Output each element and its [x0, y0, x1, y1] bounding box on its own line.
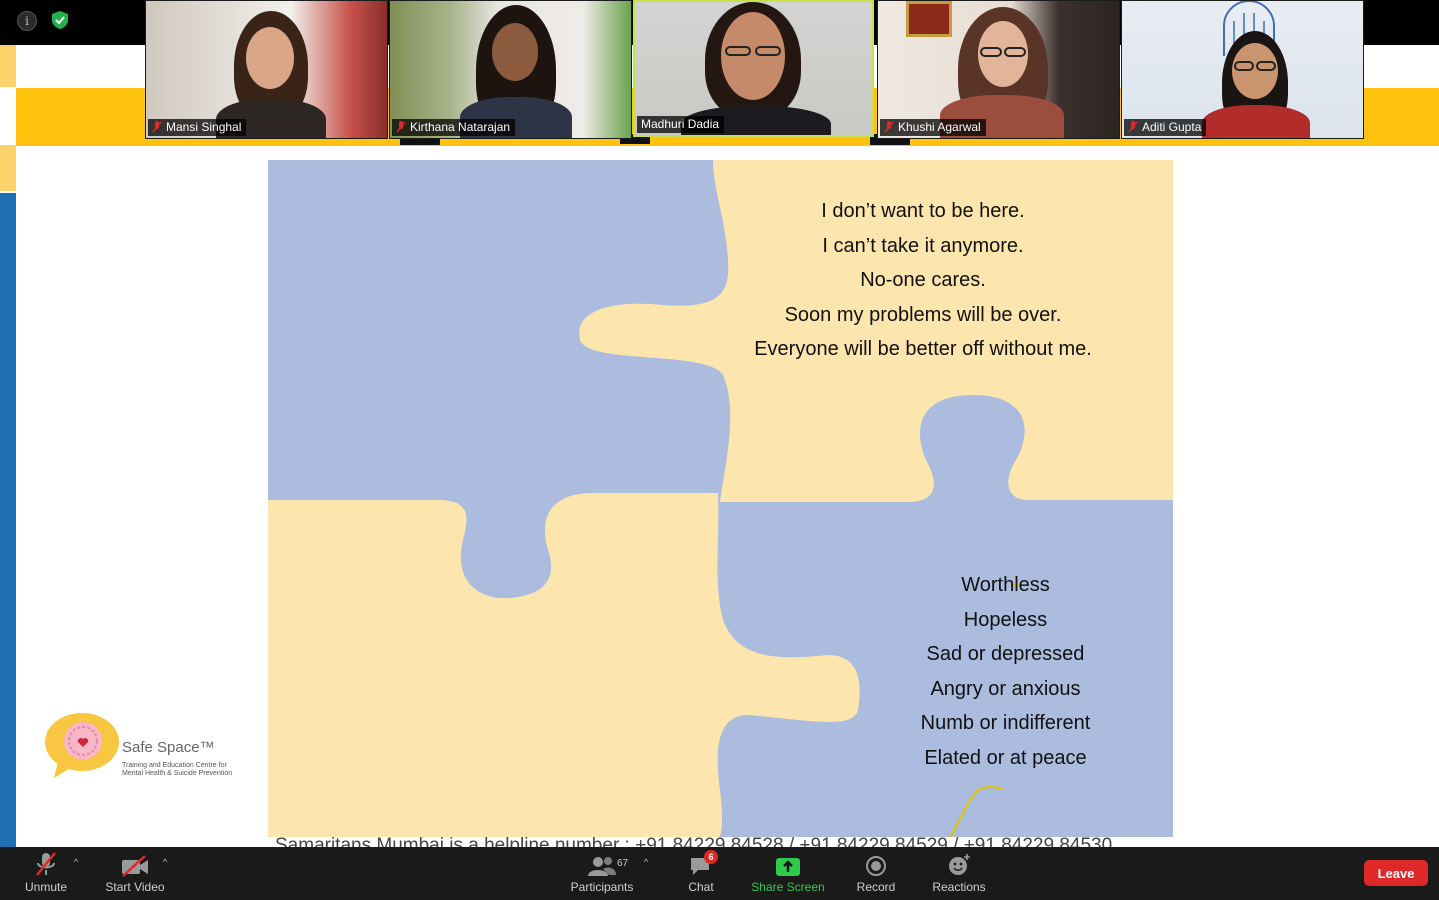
slide-accent-blue [0, 193, 16, 847]
mic-muted-icon [1128, 121, 1138, 133]
participants-label: Participants [570, 880, 634, 894]
participants-count: 67 [617, 858, 629, 869]
unmute-label: Unmute [24, 880, 68, 894]
statement-line: Soon my problems will be over. [784, 303, 1062, 326]
participant-name: Madhuri Dadia [641, 117, 720, 131]
video-strip: Mansi Singhal Kirthana Natarajan Madhuri… [145, 0, 1365, 139]
video-options-caret-icon[interactable]: ^ [163, 857, 167, 867]
participant-name-tag: Mansi Singhal [148, 119, 247, 136]
share-screen-label: Share Screen [751, 880, 825, 894]
chat-label: Chat [688, 880, 714, 894]
safe-space-logo: Safe Space™ Training and Education Centr… [44, 712, 244, 782]
share-screen-button[interactable]: Share Screen [748, 847, 828, 900]
record-icon [866, 856, 886, 876]
slide-accent-yellow [0, 45, 16, 87]
participant-name-tag: Madhuri Dadia [637, 116, 725, 133]
feeling-line: Angry or anxious [930, 677, 1081, 700]
participant-name-tag: Aditi Gupta [1124, 119, 1207, 136]
mic-muted-icon [884, 121, 894, 133]
chat-unread-badge: 6 [704, 850, 718, 864]
share-screen-icon [776, 858, 800, 876]
feeling-line: Hopeless [963, 608, 1048, 631]
reactions-button[interactable]: Reactions [928, 847, 990, 900]
mic-muted-icon [152, 121, 162, 133]
shield-check-icon[interactable] [51, 10, 69, 30]
participants-button[interactable]: Participants [566, 847, 638, 900]
feeling-line: Worthless [961, 574, 1050, 596]
feeling-line: Elated or at peace [924, 746, 1087, 769]
mic-muted-icon [36, 852, 56, 876]
statement-line: I don’t want to be here. [821, 200, 1025, 222]
puzzle-feelings: Worthless Hopeless Sad or depressed Angr… [888, 568, 1123, 775]
slide-accent-yellow [0, 145, 16, 191]
participant-name: Kirthana Natarajan [410, 120, 511, 134]
logo-tagline: Training and Education Centre for Mental… [122, 762, 233, 777]
participant-tile-active-speaker[interactable]: Madhuri Dadia [633, 0, 874, 137]
start-video-button[interactable]: Start Video [100, 847, 170, 900]
record-button[interactable]: Record [852, 847, 900, 900]
participant-name: Mansi Singhal [166, 120, 242, 134]
start-video-label: Start Video [105, 880, 165, 894]
participant-tile[interactable]: Mansi Singhal [145, 0, 388, 139]
participants-options-caret-icon[interactable]: ^ [644, 857, 648, 867]
unmute-button[interactable]: Unmute [20, 847, 72, 900]
mic-muted-icon [396, 121, 406, 133]
meeting-toolbar: Unmute ^ Start Video ^ Participants 67 ^ [0, 847, 1439, 900]
statement-line: No-one cares. [860, 269, 986, 291]
feeling-line: Numb or indifferent [920, 712, 1091, 734]
audio-options-caret-icon[interactable]: ^ [74, 857, 78, 867]
helpline-text: Samaritans Mumbai is a helpline number :… [275, 835, 1113, 847]
reactions-icon [949, 854, 970, 875]
puzzle-statements: I don’t want to be here. I can’t take it… [713, 194, 1133, 367]
video-off-icon [122, 855, 148, 877]
participants-icon [588, 857, 616, 876]
info-icon[interactable]: i [17, 11, 37, 31]
participant-tile[interactable]: Khushi Agarwal [877, 0, 1120, 139]
puzzle-graphic: I don’t want to be here. I can’t take it… [268, 160, 1173, 837]
reactions-label: Reactions [932, 880, 986, 894]
leave-button[interactable]: Leave [1364, 860, 1428, 886]
speech-bubble-brain-icon [45, 713, 119, 778]
participant-name-tag: Kirthana Natarajan [392, 119, 516, 136]
participant-name-tag: Khushi Agarwal [880, 119, 986, 136]
statement-line: I can’t take it anymore. [822, 234, 1024, 257]
feeling-line: Sad or depressed [926, 643, 1085, 665]
record-label: Record [856, 880, 896, 894]
participant-name: Aditi Gupta [1142, 120, 1202, 134]
participant-tile[interactable]: Aditi Gupta [1121, 0, 1364, 139]
statement-line: Everyone will be better off without me. [754, 338, 1092, 360]
participant-tile[interactable]: Kirthana Natarajan [389, 0, 632, 139]
logo-name: Safe Space™ [122, 739, 215, 756]
participant-name: Khushi Agarwal [898, 120, 981, 134]
